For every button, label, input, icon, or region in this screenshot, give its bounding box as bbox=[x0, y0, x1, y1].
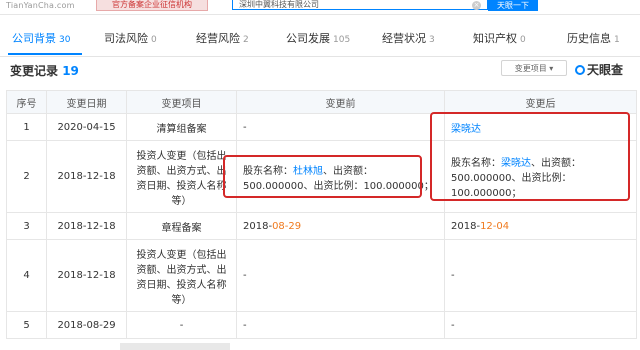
tab-label: 司法风险 bbox=[104, 32, 148, 45]
cert-badge: 官方备案企业征信机构 bbox=[96, 0, 208, 11]
tab-item[interactable]: 知识产权 0 bbox=[473, 22, 526, 56]
tab-count: 3 bbox=[429, 35, 435, 45]
row-before-text: - bbox=[243, 121, 247, 133]
table-row: 4 2018-12-18 投资人变更（包括出资额、出资方式、出资日期、投资人名称等）… bbox=[6, 239, 637, 312]
row-before: - bbox=[236, 239, 445, 312]
filter-dropdown[interactable]: 变更项目 ▾ bbox=[501, 60, 567, 76]
tab-label: 公司背景 bbox=[12, 32, 56, 45]
row-date: 2020-04-15 bbox=[46, 113, 127, 141]
row-index: 1 bbox=[6, 113, 47, 141]
row-item: 投资人变更（包括出资额、出资方式、出资日期、投资人名称等） bbox=[126, 140, 237, 213]
tab-label: 历史信息 bbox=[567, 32, 611, 45]
search-input[interactable]: 深圳中翼科技有限公司 bbox=[232, 0, 488, 10]
eye-logo-icon bbox=[575, 65, 585, 75]
tab-count: 105 bbox=[333, 35, 351, 45]
row-after: 2018-12-04 bbox=[444, 212, 637, 240]
search-button[interactable]: 天眼一下 bbox=[488, 0, 538, 11]
tab-label: 知识产权 bbox=[473, 32, 517, 45]
row-after-text: 股东名称： bbox=[451, 158, 501, 169]
header-index: 序号 bbox=[6, 90, 47, 114]
row-after-text: 12-04 bbox=[480, 220, 510, 232]
row-after-text: - bbox=[451, 319, 455, 331]
tab-item[interactable]: 经营风险 2 bbox=[196, 22, 249, 56]
tab-item[interactable]: 司法风险 0 bbox=[104, 22, 157, 56]
row-item: - bbox=[126, 311, 237, 339]
tab-item[interactable]: 公司背景 30 bbox=[12, 22, 70, 56]
row-date: 2018-08-29 bbox=[46, 311, 127, 339]
row-after-text: - bbox=[451, 270, 455, 281]
row-before: - bbox=[236, 113, 445, 141]
filter-label: 变更项目 bbox=[514, 64, 547, 73]
tab-item[interactable]: 历史信息 1 bbox=[567, 22, 620, 56]
row-date: 2018-12-18 bbox=[46, 140, 127, 213]
tab-label: 经营状况 bbox=[382, 32, 426, 45]
tab-count: 0 bbox=[520, 35, 526, 45]
cutoff-row bbox=[120, 343, 230, 350]
row-before-text: 08-29 bbox=[272, 220, 302, 232]
section-title-label: 变更记录 bbox=[10, 64, 59, 78]
site-logo[interactable]: TianYanCha.com bbox=[6, 1, 75, 10]
row-after: 股东名称：梁晓达、出资额：500.000000、出资比例：100.000000； bbox=[444, 140, 637, 213]
tab-item[interactable]: 经营状况 3 bbox=[382, 22, 435, 56]
tab-count: 2 bbox=[243, 35, 249, 45]
row-after: - bbox=[444, 311, 637, 339]
row-before-text: - bbox=[243, 319, 247, 331]
row-index: 4 bbox=[6, 239, 47, 312]
table-row: 3 2018-12-18 章程备案 2018-08-29 2018-12-04 bbox=[6, 212, 637, 240]
tab-item[interactable]: 公司发展 105 bbox=[286, 22, 350, 56]
shareholder-link[interactable]: 梁晓达 bbox=[501, 158, 531, 169]
clear-icon[interactable]: × bbox=[472, 1, 481, 10]
table-row: 1 2020-04-15 清算组备案 - 梁晓达 bbox=[6, 113, 637, 141]
section-title: 变更记录 19 bbox=[10, 62, 79, 79]
row-item: 清算组备案 bbox=[126, 113, 237, 141]
row-index: 3 bbox=[6, 212, 47, 240]
tab-label: 公司发展 bbox=[286, 32, 330, 45]
row-item: 章程备案 bbox=[126, 212, 237, 240]
row-after-text: 2018- bbox=[451, 220, 481, 232]
table-row: 5 2018-08-29- - - bbox=[6, 311, 637, 339]
row-index: 2 bbox=[6, 140, 47, 213]
header-before: 变更前 bbox=[236, 90, 445, 114]
row-before-text: - bbox=[243, 270, 247, 281]
tab-label: 经营风险 bbox=[196, 32, 240, 45]
change-record-table: 序号 变更日期 变更项目 变更前 变更后 1 2020-04-15 清算组备案 - 梁晓达 2 20… bbox=[6, 90, 637, 339]
active-tab-indicator bbox=[8, 53, 82, 55]
row-after: 梁晓达 bbox=[444, 113, 637, 141]
row-before: 股东名称：杜林旭、出资额：500.000000、出资比例：100.000000； bbox=[236, 140, 445, 213]
row-date: 2018-12-18 bbox=[46, 239, 127, 312]
tab-bar: 公司背景 30 司法风险 0 经营风险 2 公司发展 105 经营状况 3 知识产权 0 历史信息 1 bbox=[0, 22, 640, 57]
row-date: 2018-12-18 bbox=[46, 212, 127, 240]
table-header: 序号 变更日期 变更项目 变更前 变更后 bbox=[6, 90, 637, 114]
table-row: 2 2018-12-18 投资人变更（包括出资额、出资方式、出资日期、投资人名称等）… bbox=[6, 140, 637, 213]
row-item: 投资人变更（包括出资额、出资方式、出资日期、投资人名称等） bbox=[126, 239, 237, 312]
brand-logo: 天眼查 bbox=[575, 61, 623, 78]
top-bar: TianYanCha.com 官方备案企业征信机构 深圳中翼科技有限公司 × 天… bbox=[0, 0, 640, 15]
row-index: 5 bbox=[6, 311, 47, 339]
header-item: 变更项目 bbox=[126, 90, 237, 114]
section-count: 19 bbox=[62, 64, 79, 78]
header-date: 变更日期 bbox=[46, 90, 127, 114]
chevron-down-icon: ▾ bbox=[549, 64, 554, 73]
row-after: - bbox=[444, 239, 637, 312]
shareholder-link[interactable]: 梁晓达 bbox=[451, 124, 481, 135]
shareholder-link[interactable]: 杜林旭 bbox=[293, 166, 323, 177]
tab-count: 0 bbox=[151, 35, 157, 45]
row-before: 2018-08-29 bbox=[236, 212, 445, 240]
header-after: 变更后 bbox=[444, 90, 637, 114]
row-before-text: 股东名称： bbox=[243, 165, 293, 177]
tab-count: 1 bbox=[614, 35, 620, 45]
tab-count: 30 bbox=[59, 35, 71, 45]
row-before: - bbox=[236, 311, 445, 339]
brand-label: 天眼查 bbox=[587, 63, 624, 77]
row-before-text: 2018- bbox=[243, 220, 273, 232]
